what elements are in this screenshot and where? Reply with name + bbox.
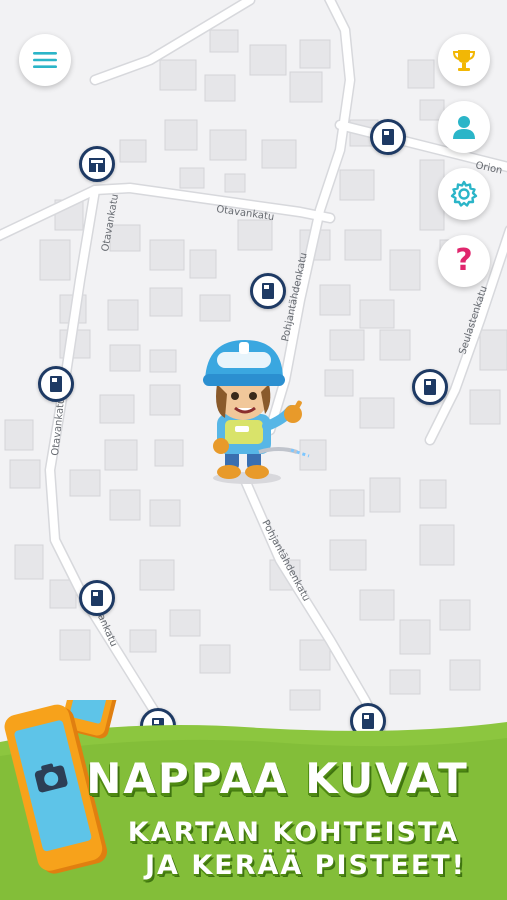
building-icon — [89, 158, 105, 172]
help-icon: ? — [455, 243, 473, 278]
poi-marker[interactable] — [79, 146, 115, 182]
menu-button[interactable] — [19, 34, 71, 86]
settings-button[interactable] — [438, 168, 490, 220]
gear-icon — [450, 180, 478, 207]
promo-subtitle-line1: KARTAN KOHTEISTA — [127, 817, 460, 848]
hamburger-menu-icon — [33, 52, 57, 68]
profile-button[interactable] — [438, 101, 490, 153]
building-icon — [91, 590, 103, 606]
building-icon — [50, 376, 62, 392]
promo-subtitle-line2: JA KERÄÄ PISTEET! — [144, 850, 466, 881]
promo-title: NAPPAA KUVAT — [86, 754, 469, 803]
help-button[interactable]: ? — [438, 235, 490, 287]
trophy-icon — [452, 50, 476, 71]
building-icon — [424, 379, 436, 395]
poi-marker[interactable] — [370, 119, 406, 155]
player-character — [203, 340, 310, 484]
person-icon — [453, 116, 475, 139]
poi-marker[interactable] — [250, 273, 286, 309]
poi-marker[interactable] — [412, 369, 448, 405]
building-icon — [262, 283, 274, 299]
poi-marker[interactable] — [79, 580, 115, 616]
leaderboard-button[interactable] — [438, 34, 490, 86]
poi-marker[interactable] — [38, 366, 74, 402]
building-icon — [382, 129, 394, 145]
